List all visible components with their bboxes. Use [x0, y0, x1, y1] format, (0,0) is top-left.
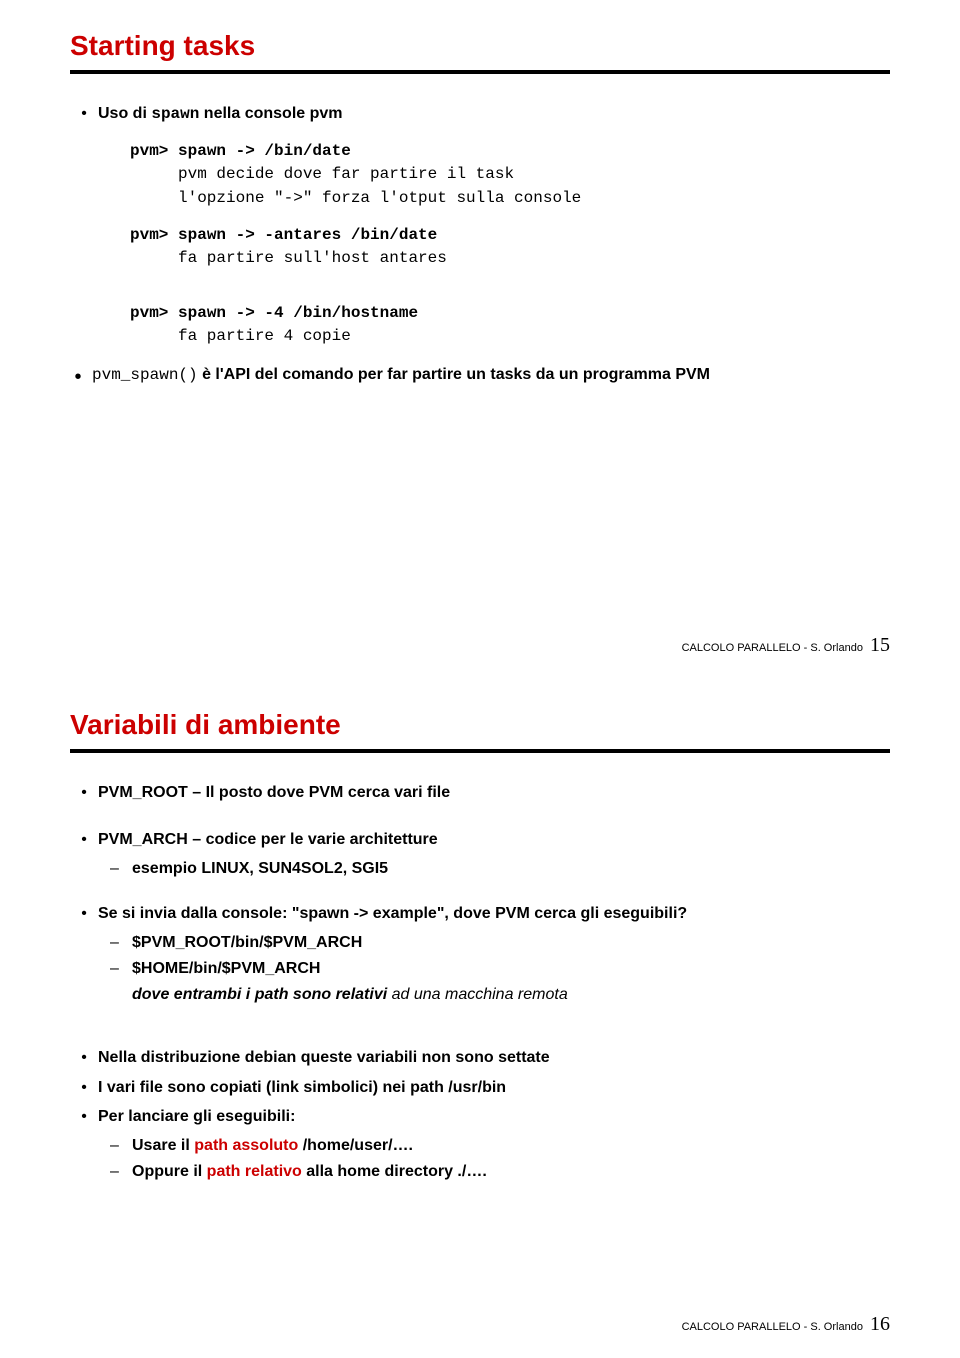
text-fragment: nella console pvm — [199, 105, 342, 122]
sub-bullet: Oppure il path relativo alla home direct… — [110, 1160, 890, 1183]
footer-label: CALCOLO PARALLELO - S. Orlando — [682, 1321, 863, 1333]
note-line: dove entrambi i path sono relativi ad un… — [132, 983, 890, 1006]
bullet-text: PVM_ROOT – Il posto dove PVM cerca vari … — [98, 781, 890, 804]
text-fragment: Usare il — [132, 1137, 194, 1154]
bullet-text: Nella distribuzione debian queste variab… — [98, 1046, 890, 1069]
bullet-marker — [70, 902, 98, 925]
sub-bullet: $HOME/bin/$PVM_ARCH — [110, 957, 890, 980]
bullet-text: $PVM_ROOT/bin/$PVM_ARCH — [132, 931, 890, 954]
text-fragment: Uso di — [98, 105, 151, 122]
title-rule — [70, 749, 890, 753]
highlight-text: path relativo — [207, 1163, 302, 1180]
slide-title: Starting tasks — [70, 30, 890, 62]
bullet-item: Nella distribuzione debian queste variab… — [70, 1046, 890, 1069]
text-fragment: dove entrambi i path sono relativi — [132, 986, 387, 1003]
bullet-item: Se si invia dalla console: "spawn -> exa… — [70, 902, 890, 925]
bullet-item: PVM_ARCH – codice per le varie architett… — [70, 828, 890, 851]
bullet-text: Oppure il path relativo alla home direct… — [132, 1160, 890, 1183]
sub-bullet: $PVM_ROOT/bin/$PVM_ARCH — [110, 931, 890, 954]
bullet-marker — [70, 781, 98, 804]
bullet-marker — [110, 1134, 132, 1157]
slide-content: Uso di spawn nella console pvm pvm> spaw… — [70, 102, 890, 392]
slide-2: Variabili di ambiente PVM_ROOT – Il post… — [0, 679, 960, 1358]
bullet-text: Se si invia dalla console: "spawn -> exa… — [98, 902, 890, 925]
bullet-text: $HOME/bin/$PVM_ARCH — [132, 957, 890, 980]
code-inline: spawn — [151, 105, 199, 123]
bullet-text: Per lanciare gli eseguibili: — [98, 1105, 890, 1128]
text-fragment: pvm decide dove far partire il task — [178, 165, 514, 183]
bullet-marker — [70, 1046, 98, 1069]
code-line: pvm> spawn -> /bin/date — [130, 140, 890, 163]
bullet-marker — [70, 1105, 98, 1128]
code-line: fa partire 4 copie — [178, 325, 890, 348]
bullet-text: PVM_ARCH – codice per le varie architett… — [98, 828, 890, 851]
code-line: pvm decide dove far partire il task — [178, 163, 890, 186]
page-number: 16 — [870, 1313, 890, 1335]
bullet-marker — [70, 828, 98, 851]
bullet-marker — [70, 1076, 98, 1099]
footer-label: CALCOLO PARALLELO - S. Orlando — [682, 642, 863, 654]
bullet-item: pvm_spawn() è l'API del comando per far … — [64, 363, 890, 392]
bullet-item: PVM_ROOT – Il posto dove PVM cerca vari … — [70, 781, 890, 804]
sub-bullet: Usare il path assoluto /home/user/…. — [110, 1134, 890, 1157]
slide-content: PVM_ROOT – Il posto dove PVM cerca vari … — [70, 781, 890, 1183]
bullet-item: Uso di spawn nella console pvm — [70, 102, 890, 126]
bullet-marker — [110, 931, 132, 954]
text-fragment: alla home directory ./…. — [302, 1163, 487, 1180]
text-fragment: ad una macchina remota — [387, 986, 568, 1003]
slide-footer: CALCOLO PARALLELO - S. Orlando 16 — [682, 1313, 890, 1336]
code-line: pvm> spawn -> -4 /bin/hostname — [130, 302, 890, 325]
bullet-text: Uso di spawn nella console pvm — [98, 102, 890, 126]
bullet-marker — [64, 363, 92, 392]
bullet-text: I vari file sono copiati (link simbolici… — [98, 1076, 890, 1099]
sub-bullet: esempio LINUX, SUN4SOL2, SGI5 — [110, 857, 890, 880]
bullet-item: Per lanciare gli eseguibili: — [70, 1105, 890, 1128]
bullet-text: esempio LINUX, SUN4SOL2, SGI5 — [132, 857, 890, 880]
bullet-marker — [110, 957, 132, 980]
code-line: pvm> spawn -> -antares /bin/date — [130, 224, 890, 247]
bullet-item: I vari file sono copiati (link simbolici… — [70, 1076, 890, 1099]
code-line: fa partire sull'host antares — [178, 247, 890, 270]
text-fragment: Oppure il — [132, 1163, 207, 1180]
text-fragment: l'opzione "->" forza l'otput sulla conso… — [178, 189, 581, 207]
bullet-text: Usare il path assoluto /home/user/…. — [132, 1134, 890, 1157]
bullet-marker — [70, 102, 98, 126]
slide-footer: CALCOLO PARALLELO - S. Orlando 15 — [682, 634, 890, 657]
slide-title: Variabili di ambiente — [70, 709, 890, 741]
page-number: 15 — [870, 634, 890, 656]
bullet-marker — [110, 1160, 132, 1183]
bullet-text: pvm_spawn() è l'API del comando per far … — [92, 363, 890, 392]
code-block: pvm> spawn -> /bin/date pvm decide dove … — [130, 140, 890, 210]
text-fragment: è l'API del comando per far partire un t… — [198, 366, 710, 383]
code-block: pvm> spawn -> -4 /bin/hostname fa partir… — [130, 302, 890, 348]
title-rule — [70, 70, 890, 74]
code-block: pvm> spawn -> -antares /bin/date fa part… — [130, 224, 890, 270]
code-inline: pvm_spawn() — [92, 366, 198, 384]
code-line: l'opzione "->" forza l'otput sulla conso… — [178, 187, 890, 210]
text-fragment: /home/user/…. — [298, 1137, 413, 1154]
bullet-marker — [110, 857, 132, 880]
highlight-text: path assoluto — [194, 1137, 298, 1154]
slide-1: Starting tasks Uso di spawn nella consol… — [0, 0, 960, 679]
